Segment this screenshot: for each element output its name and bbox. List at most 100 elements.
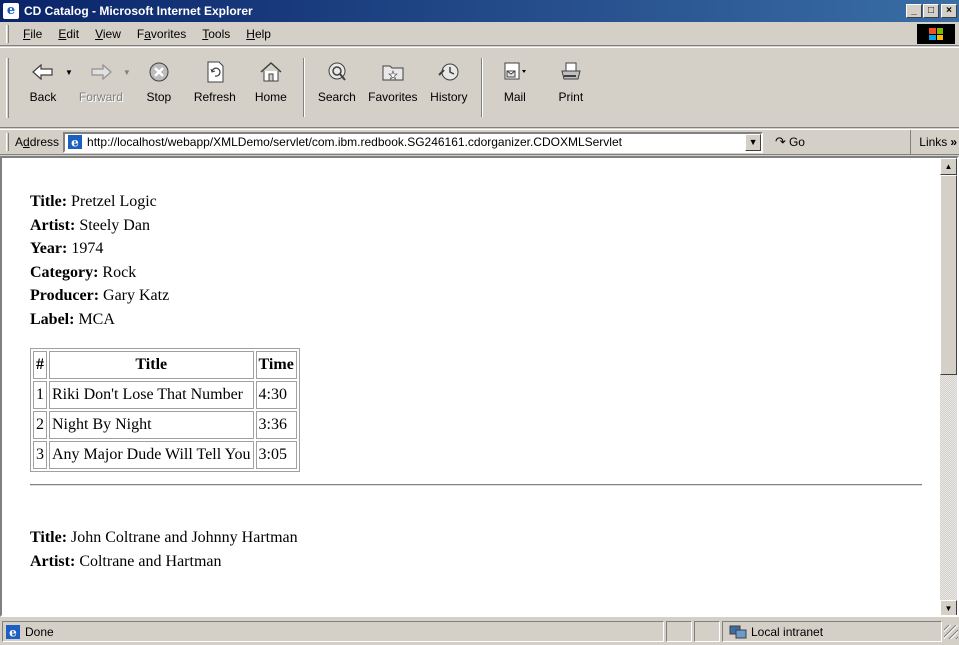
scroll-up-icon[interactable]: ▲ — [940, 158, 957, 175]
print-button[interactable]: Print — [543, 48, 599, 127]
cd-year-field: Year: 1974 — [30, 237, 925, 261]
search-label: Search — [317, 90, 356, 104]
toolbar-separator — [302, 58, 305, 117]
field-label: Title: — [30, 193, 68, 210]
print-label: Print — [558, 90, 584, 104]
track-number: 3 — [33, 441, 47, 469]
forward-dropdown-icon[interactable]: ▼ — [123, 68, 131, 127]
home-icon — [257, 58, 285, 86]
menu-edit[interactable]: Edit — [50, 27, 87, 41]
go-arrow-icon: ↷ — [775, 134, 786, 149]
links-toolbar[interactable]: Links » — [910, 130, 959, 154]
window-controls: _ □ × — [905, 4, 957, 18]
stop-icon — [145, 58, 173, 86]
cd-artist-field: Artist: Coltrane and Hartman — [30, 550, 925, 574]
refresh-label: Refresh — [193, 90, 236, 104]
menu-view[interactable]: View — [87, 27, 129, 41]
search-button[interactable]: Search — [309, 48, 365, 127]
scrollbar-thumb[interactable] — [940, 175, 957, 375]
cd-category-field: Category: Rock — [30, 261, 925, 285]
resize-grip-icon[interactable] — [944, 624, 958, 639]
toolbar-separator — [480, 58, 483, 117]
status-bar: e Done Local intranet — [0, 618, 959, 645]
field-value: Rock — [102, 263, 137, 281]
cd-artist-field: Artist: Steely Dan — [30, 214, 925, 238]
tracks-table: # Title Time 1 Riki Don't Lose That Numb… — [30, 348, 300, 472]
cd-record: Title: John Coltrane and Johnny Hartman … — [30, 526, 925, 573]
ie-logo-icon: e — [3, 3, 19, 19]
back-button[interactable]: Back — [15, 48, 71, 127]
menu-favorites[interactable]: Favorites — [129, 27, 194, 41]
maximize-button[interactable]: □ — [923, 4, 939, 18]
mail-button[interactable]: Mail — [487, 48, 543, 127]
forward-label: Forward — [78, 90, 123, 104]
address-url: http://localhost/webapp/XMLDemo/servlet/… — [87, 135, 622, 149]
cd-record: Title: Pretzel Logic Artist: Steely Dan … — [30, 190, 925, 472]
field-value: MCA — [78, 310, 115, 328]
scroll-down-icon[interactable]: ▼ — [940, 600, 957, 615]
table-header-row: # Title Time — [33, 351, 297, 379]
home-label: Home — [254, 90, 287, 104]
svg-text:e: e — [9, 625, 17, 639]
menu-file[interactable]: File — [15, 27, 50, 41]
ie-page-icon: e — [67, 134, 83, 150]
field-label: Category: — [30, 263, 99, 281]
favorites-button[interactable]: Favorites — [365, 48, 421, 127]
standard-toolbar: Back ▼ Forward ▼ Stop Refresh Home Searc… — [0, 47, 959, 128]
close-button[interactable]: × — [941, 4, 957, 18]
window-title: CD Catalog - Microsoft Internet Explorer — [24, 4, 253, 18]
cd-title-field: Title: Pretzel Logic — [30, 190, 925, 214]
field-value: Gary Katz — [103, 287, 170, 304]
table-row: 2 Night By Night 3:36 — [33, 411, 297, 439]
field-label: Artist: — [30, 552, 76, 570]
local-intranet-icon — [729, 624, 747, 640]
track-title: Riki Don't Lose That Number — [49, 381, 254, 409]
toolbar-grip[interactable] — [6, 58, 9, 118]
field-label: Producer: — [30, 287, 100, 304]
menubar-grip[interactable] — [6, 24, 9, 43]
back-dropdown-icon[interactable]: ▼ — [65, 68, 73, 127]
forward-button[interactable]: Forward — [73, 48, 129, 127]
refresh-icon — [201, 58, 229, 86]
address-dropdown-icon[interactable]: ▼ — [745, 133, 762, 151]
favorites-label: Favorites — [368, 90, 418, 104]
refresh-button[interactable]: Refresh — [187, 48, 243, 127]
addressbar-grip[interactable] — [6, 133, 9, 151]
track-number: 2 — [33, 411, 47, 439]
stop-button[interactable]: Stop — [131, 48, 187, 127]
windows-logo-icon — [917, 24, 955, 44]
track-title: Any Major Dude Will Tell You — [49, 441, 254, 469]
field-label: Title: — [30, 529, 68, 546]
track-title: Night By Night — [49, 411, 254, 439]
menu-help[interactable]: Help — [238, 27, 279, 41]
home-button[interactable]: Home — [243, 48, 299, 127]
links-chevron-icon[interactable]: » — [950, 135, 957, 149]
address-input[interactable]: e http://localhost/webapp/XMLDemo/servle… — [63, 131, 764, 153]
go-button[interactable]: ↷ Go — [775, 134, 805, 150]
track-time: 3:05 — [255, 441, 297, 469]
title-bar: e CD Catalog - Microsoft Internet Explor… — [0, 0, 959, 22]
track-number: 1 — [33, 381, 47, 409]
column-header-title: Title — [49, 351, 254, 379]
document-viewport[interactable]: Title: Pretzel Logic Artist: Steely Dan … — [0, 156, 959, 617]
printer-icon — [557, 58, 585, 86]
back-label: Back — [29, 90, 57, 104]
forward-arrow-icon — [87, 58, 115, 86]
history-label: History — [430, 90, 468, 104]
field-value: Steely Dan — [79, 216, 150, 234]
back-arrow-icon — [29, 58, 57, 86]
field-label: Artist: — [30, 216, 76, 234]
page-content: Title: Pretzel Logic Artist: Steely Dan … — [2, 158, 925, 615]
column-header-number: # — [33, 351, 47, 379]
cd-label-field: Label: MCA — [30, 308, 925, 332]
svg-text:e: e — [71, 136, 79, 150]
history-button[interactable]: History — [421, 48, 477, 127]
track-time: 4:30 — [255, 381, 297, 409]
field-value: 1974 — [71, 240, 104, 257]
search-icon — [323, 58, 351, 86]
track-time: 3:36 — [255, 411, 297, 439]
minimize-button[interactable]: _ — [906, 4, 922, 18]
menu-tools[interactable]: Tools — [194, 27, 238, 41]
address-label: Address — [15, 135, 60, 149]
vertical-scrollbar[interactable]: ▲ ▼ — [940, 158, 957, 615]
